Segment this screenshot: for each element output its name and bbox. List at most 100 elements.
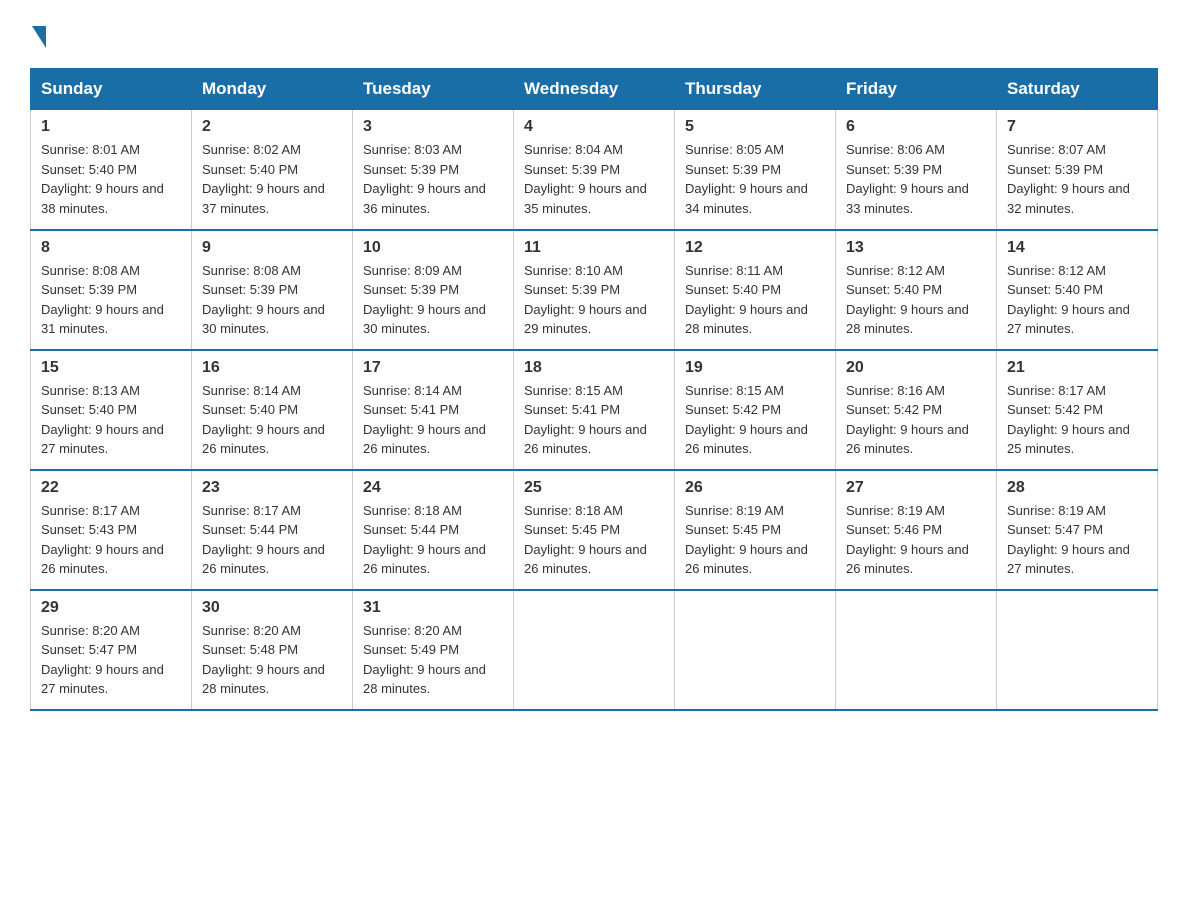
col-sunday: Sunday: [31, 69, 192, 110]
table-row: 28 Sunrise: 8:19 AMSunset: 5:47 PMDaylig…: [997, 470, 1158, 590]
day-info: Sunrise: 8:06 AMSunset: 5:39 PMDaylight:…: [846, 140, 986, 218]
table-row: 20 Sunrise: 8:16 AMSunset: 5:42 PMDaylig…: [836, 350, 997, 470]
day-number: 27: [846, 479, 986, 497]
day-number: 5: [685, 118, 825, 136]
logo-arrow-icon: [32, 26, 46, 48]
day-number: 8: [41, 239, 181, 257]
table-row: 12 Sunrise: 8:11 AMSunset: 5:40 PMDaylig…: [675, 230, 836, 350]
table-row: [836, 590, 997, 710]
day-number: 13: [846, 239, 986, 257]
day-info: Sunrise: 8:08 AMSunset: 5:39 PMDaylight:…: [202, 261, 342, 339]
day-info: Sunrise: 8:18 AMSunset: 5:44 PMDaylight:…: [363, 501, 503, 579]
table-row: 14 Sunrise: 8:12 AMSunset: 5:40 PMDaylig…: [997, 230, 1158, 350]
day-info: Sunrise: 8:20 AMSunset: 5:48 PMDaylight:…: [202, 621, 342, 699]
calendar-table: Sunday Monday Tuesday Wednesday Thursday…: [30, 68, 1158, 711]
day-info: Sunrise: 8:14 AMSunset: 5:41 PMDaylight:…: [363, 381, 503, 459]
col-monday: Monday: [192, 69, 353, 110]
day-info: Sunrise: 8:17 AMSunset: 5:43 PMDaylight:…: [41, 501, 181, 579]
table-row: 25 Sunrise: 8:18 AMSunset: 5:45 PMDaylig…: [514, 470, 675, 590]
calendar-week-row: 29 Sunrise: 8:20 AMSunset: 5:47 PMDaylig…: [31, 590, 1158, 710]
day-info: Sunrise: 8:15 AMSunset: 5:42 PMDaylight:…: [685, 381, 825, 459]
day-number: 7: [1007, 118, 1147, 136]
day-number: 18: [524, 359, 664, 377]
table-row: 13 Sunrise: 8:12 AMSunset: 5:40 PMDaylig…: [836, 230, 997, 350]
day-number: 10: [363, 239, 503, 257]
table-row: 26 Sunrise: 8:19 AMSunset: 5:45 PMDaylig…: [675, 470, 836, 590]
day-info: Sunrise: 8:14 AMSunset: 5:40 PMDaylight:…: [202, 381, 342, 459]
table-row: [675, 590, 836, 710]
col-friday: Friday: [836, 69, 997, 110]
day-info: Sunrise: 8:17 AMSunset: 5:42 PMDaylight:…: [1007, 381, 1147, 459]
table-row: 31 Sunrise: 8:20 AMSunset: 5:49 PMDaylig…: [353, 590, 514, 710]
table-row: 27 Sunrise: 8:19 AMSunset: 5:46 PMDaylig…: [836, 470, 997, 590]
day-number: 9: [202, 239, 342, 257]
day-info: Sunrise: 8:17 AMSunset: 5:44 PMDaylight:…: [202, 501, 342, 579]
table-row: 30 Sunrise: 8:20 AMSunset: 5:48 PMDaylig…: [192, 590, 353, 710]
day-info: Sunrise: 8:11 AMSunset: 5:40 PMDaylight:…: [685, 261, 825, 339]
day-number: 15: [41, 359, 181, 377]
calendar-week-row: 22 Sunrise: 8:17 AMSunset: 5:43 PMDaylig…: [31, 470, 1158, 590]
day-info: Sunrise: 8:19 AMSunset: 5:45 PMDaylight:…: [685, 501, 825, 579]
table-row: 18 Sunrise: 8:15 AMSunset: 5:41 PMDaylig…: [514, 350, 675, 470]
day-info: Sunrise: 8:04 AMSunset: 5:39 PMDaylight:…: [524, 140, 664, 218]
table-row: 11 Sunrise: 8:10 AMSunset: 5:39 PMDaylig…: [514, 230, 675, 350]
day-number: 2: [202, 118, 342, 136]
day-number: 31: [363, 599, 503, 617]
day-number: 12: [685, 239, 825, 257]
day-number: 21: [1007, 359, 1147, 377]
day-number: 4: [524, 118, 664, 136]
table-row: 22 Sunrise: 8:17 AMSunset: 5:43 PMDaylig…: [31, 470, 192, 590]
col-thursday: Thursday: [675, 69, 836, 110]
calendar-week-row: 8 Sunrise: 8:08 AMSunset: 5:39 PMDayligh…: [31, 230, 1158, 350]
table-row: 15 Sunrise: 8:13 AMSunset: 5:40 PMDaylig…: [31, 350, 192, 470]
table-row: [997, 590, 1158, 710]
table-row: 29 Sunrise: 8:20 AMSunset: 5:47 PMDaylig…: [31, 590, 192, 710]
calendar-header-row: Sunday Monday Tuesday Wednesday Thursday…: [31, 69, 1158, 110]
table-row: 7 Sunrise: 8:07 AMSunset: 5:39 PMDayligh…: [997, 110, 1158, 230]
day-number: 3: [363, 118, 503, 136]
day-number: 20: [846, 359, 986, 377]
day-number: 11: [524, 239, 664, 257]
table-row: 19 Sunrise: 8:15 AMSunset: 5:42 PMDaylig…: [675, 350, 836, 470]
day-number: 17: [363, 359, 503, 377]
day-number: 23: [202, 479, 342, 497]
col-saturday: Saturday: [997, 69, 1158, 110]
day-info: Sunrise: 8:10 AMSunset: 5:39 PMDaylight:…: [524, 261, 664, 339]
day-number: 1: [41, 118, 181, 136]
day-info: Sunrise: 8:16 AMSunset: 5:42 PMDaylight:…: [846, 381, 986, 459]
table-row: 5 Sunrise: 8:05 AMSunset: 5:39 PMDayligh…: [675, 110, 836, 230]
table-row: 4 Sunrise: 8:04 AMSunset: 5:39 PMDayligh…: [514, 110, 675, 230]
page-header: [30, 20, 1158, 48]
day-info: Sunrise: 8:08 AMSunset: 5:39 PMDaylight:…: [41, 261, 181, 339]
table-row: 2 Sunrise: 8:02 AMSunset: 5:40 PMDayligh…: [192, 110, 353, 230]
table-row: 16 Sunrise: 8:14 AMSunset: 5:40 PMDaylig…: [192, 350, 353, 470]
table-row: 6 Sunrise: 8:06 AMSunset: 5:39 PMDayligh…: [836, 110, 997, 230]
table-row: 9 Sunrise: 8:08 AMSunset: 5:39 PMDayligh…: [192, 230, 353, 350]
table-row: 3 Sunrise: 8:03 AMSunset: 5:39 PMDayligh…: [353, 110, 514, 230]
day-number: 6: [846, 118, 986, 136]
day-number: 25: [524, 479, 664, 497]
day-info: Sunrise: 8:19 AMSunset: 5:46 PMDaylight:…: [846, 501, 986, 579]
day-info: Sunrise: 8:03 AMSunset: 5:39 PMDaylight:…: [363, 140, 503, 218]
col-wednesday: Wednesday: [514, 69, 675, 110]
day-info: Sunrise: 8:12 AMSunset: 5:40 PMDaylight:…: [1007, 261, 1147, 339]
logo: [30, 20, 46, 48]
table-row: 8 Sunrise: 8:08 AMSunset: 5:39 PMDayligh…: [31, 230, 192, 350]
calendar-week-row: 15 Sunrise: 8:13 AMSunset: 5:40 PMDaylig…: [31, 350, 1158, 470]
day-info: Sunrise: 8:01 AMSunset: 5:40 PMDaylight:…: [41, 140, 181, 218]
day-number: 29: [41, 599, 181, 617]
day-info: Sunrise: 8:09 AMSunset: 5:39 PMDaylight:…: [363, 261, 503, 339]
day-info: Sunrise: 8:20 AMSunset: 5:49 PMDaylight:…: [363, 621, 503, 699]
day-info: Sunrise: 8:13 AMSunset: 5:40 PMDaylight:…: [41, 381, 181, 459]
table-row: [514, 590, 675, 710]
day-number: 30: [202, 599, 342, 617]
col-tuesday: Tuesday: [353, 69, 514, 110]
table-row: 17 Sunrise: 8:14 AMSunset: 5:41 PMDaylig…: [353, 350, 514, 470]
day-info: Sunrise: 8:18 AMSunset: 5:45 PMDaylight:…: [524, 501, 664, 579]
day-info: Sunrise: 8:05 AMSunset: 5:39 PMDaylight:…: [685, 140, 825, 218]
day-info: Sunrise: 8:07 AMSunset: 5:39 PMDaylight:…: [1007, 140, 1147, 218]
day-info: Sunrise: 8:12 AMSunset: 5:40 PMDaylight:…: [846, 261, 986, 339]
day-number: 22: [41, 479, 181, 497]
table-row: 10 Sunrise: 8:09 AMSunset: 5:39 PMDaylig…: [353, 230, 514, 350]
day-number: 14: [1007, 239, 1147, 257]
